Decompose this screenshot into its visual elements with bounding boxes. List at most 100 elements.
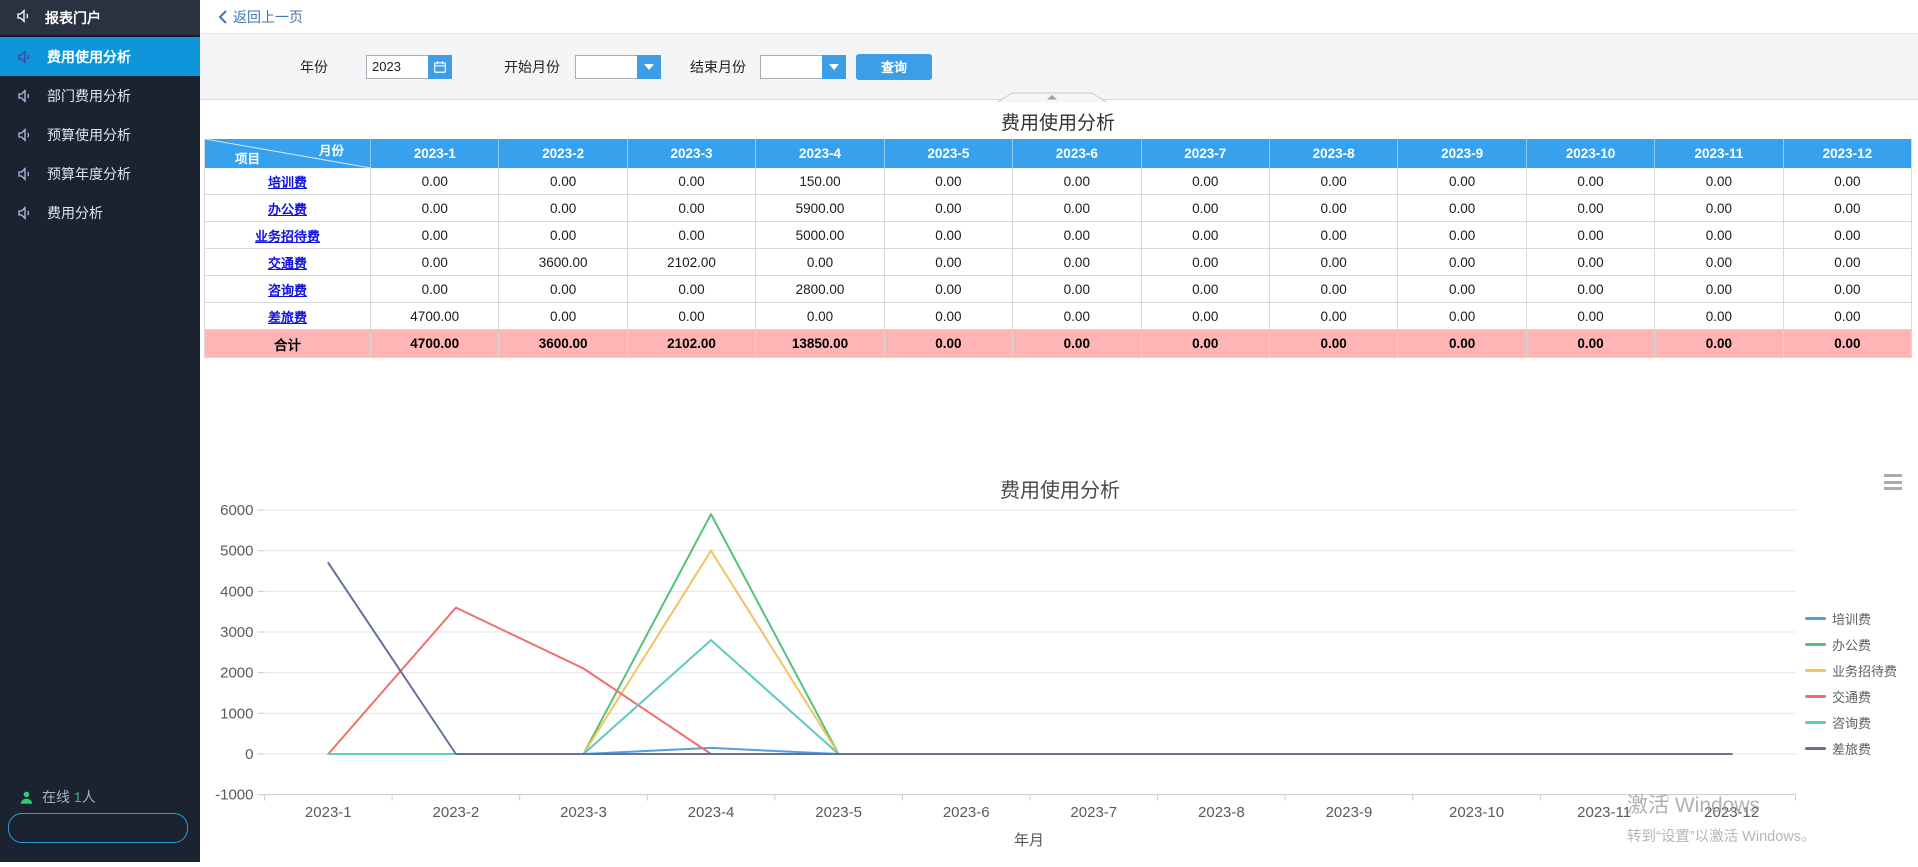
sidebar-item-0[interactable]: 费用使用分析	[0, 37, 200, 76]
table-cell: 0.00	[1527, 195, 1655, 221]
legend-marker	[1805, 695, 1826, 698]
sidebar-search-input[interactable]	[9, 821, 205, 836]
speaker-icon	[17, 127, 33, 143]
row-label-cell: 差旅费	[205, 303, 371, 329]
table-cell: 0.00	[1013, 330, 1141, 357]
svg-text:2023-1: 2023-1	[305, 804, 352, 821]
table-cell: 0.00	[1784, 249, 1911, 275]
legend-item[interactable]: 咨询费	[1805, 709, 1897, 735]
svg-text:2023-8: 2023-8	[1198, 804, 1245, 821]
legend-label: 交通费	[1832, 687, 1871, 706]
online-count: 1	[74, 789, 82, 805]
svg-text:3000: 3000	[220, 624, 253, 641]
svg-text:2023-3: 2023-3	[560, 804, 607, 821]
row-link[interactable]: 咨询费	[268, 280, 307, 299]
table-title: 费用使用分析	[204, 108, 1912, 135]
table-cell: 0.00	[1527, 168, 1655, 194]
legend-item[interactable]: 业务招待费	[1805, 657, 1897, 683]
start-month-dropdown-button[interactable]	[637, 55, 661, 79]
svg-text:6000: 6000	[220, 502, 253, 519]
back-button[interactable]: 返回上一页	[218, 7, 303, 27]
row-link[interactable]: 培训费	[268, 172, 307, 191]
svg-text:2023-7: 2023-7	[1070, 804, 1117, 821]
table-cell: 0.00	[1013, 168, 1141, 194]
year-input[interactable]	[366, 55, 428, 79]
sidebar-header[interactable]: 报表门户	[0, 0, 200, 37]
table-cell: 0.00	[1142, 168, 1270, 194]
table-cell: 0.00	[1784, 195, 1911, 221]
sidebar-item-label: 部门费用分析	[47, 86, 131, 106]
sidebar-item-1[interactable]: 部门费用分析	[0, 76, 200, 115]
table-cell: 0.00	[628, 303, 756, 329]
table-cell: 0.00	[1655, 303, 1783, 329]
table-cell: 0.00	[1013, 276, 1141, 302]
table-cell: 0.00	[628, 222, 756, 248]
table-cell: 0.00	[1142, 195, 1270, 221]
row-link[interactable]: 办公费	[268, 199, 307, 218]
end-month-input[interactable]	[760, 55, 822, 79]
row-label-cell: 业务招待费	[205, 222, 371, 248]
row-link[interactable]: 交通费	[268, 253, 307, 272]
table-cell: 0.00	[1527, 330, 1655, 357]
topbar: 返回上一页	[200, 0, 1918, 34]
query-button[interactable]: 查询	[856, 54, 932, 80]
table-cell: 5000.00	[756, 222, 884, 248]
table-cell: 0.00	[1142, 303, 1270, 329]
legend-item[interactable]: 差旅费	[1805, 735, 1897, 761]
start-month-select	[575, 55, 661, 79]
table-cell: 0.00	[1398, 249, 1526, 275]
table-cell: 0.00	[885, 276, 1013, 302]
table-total-row: 合计4700.003600.002102.0013850.000.000.000…	[205, 330, 1911, 358]
chevron-down-icon	[644, 64, 654, 70]
svg-text:2023-12: 2023-12	[1704, 804, 1759, 821]
table-cell: 0.00	[1013, 249, 1141, 275]
table-row: 培训费0.000.000.00150.000.000.000.000.000.0…	[205, 168, 1911, 195]
main-content: 返回上一页 年份 开始月份 结束月份 查询 费用使用分析	[200, 0, 1918, 862]
legend-item[interactable]: 培训费	[1805, 605, 1897, 631]
table-cell: 0.00	[1655, 195, 1783, 221]
sidebar-item-3[interactable]: 预算年度分析	[0, 154, 200, 193]
end-month-label: 结束月份	[690, 57, 746, 77]
table-row: 办公费0.000.000.005900.000.000.000.000.000.…	[205, 195, 1911, 222]
sidebar-item-label: 费用分析	[47, 203, 103, 223]
table-cell: 4700.00	[371, 303, 499, 329]
table-cell: 0.00	[885, 249, 1013, 275]
column-header: 2023-12	[1784, 139, 1911, 168]
table-cell: 0.00	[1527, 222, 1655, 248]
legend-item[interactable]: 办公费	[1805, 631, 1897, 657]
table-cell: 0.00	[1142, 276, 1270, 302]
row-label-cell: 培训费	[205, 168, 371, 194]
table-cell: 0.00	[1398, 168, 1526, 194]
row-link[interactable]: 差旅费	[268, 307, 307, 326]
table-cell: 0.00	[1398, 195, 1526, 221]
table-cell: 0.00	[1270, 249, 1398, 275]
back-label: 返回上一页	[233, 7, 303, 27]
chevron-left-icon	[218, 10, 227, 24]
row-link[interactable]: 业务招待费	[255, 226, 320, 245]
table-cell: 0.00	[1398, 303, 1526, 329]
sidebar-item-2[interactable]: 预算使用分析	[0, 115, 200, 154]
table-cell: 0.00	[1013, 303, 1141, 329]
table-cell: 0.00	[371, 276, 499, 302]
table-cell: 0.00	[1142, 222, 1270, 248]
table-cell: 0.00	[1655, 222, 1783, 248]
svg-text:-1000: -1000	[215, 787, 253, 804]
filter-collapse-handle[interactable]	[997, 90, 1107, 101]
calendar-button[interactable]	[428, 55, 452, 79]
table-cell: 0.00	[885, 195, 1013, 221]
legend-item[interactable]: 交通费	[1805, 683, 1897, 709]
sidebar-item-4[interactable]: 费用分析	[0, 193, 200, 232]
legend-label: 差旅费	[1832, 739, 1871, 758]
sidebar-item-label: 预算使用分析	[47, 125, 131, 145]
end-month-dropdown-button[interactable]	[822, 55, 846, 79]
year-label: 年份	[300, 57, 328, 77]
table-cell: 0.00	[499, 276, 627, 302]
table-cell: 0.00	[756, 249, 884, 275]
table-cell: 0.00	[371, 168, 499, 194]
speaker-icon	[17, 88, 33, 104]
chart-menu-icon[interactable]	[1884, 474, 1902, 490]
start-month-label: 开始月份	[504, 57, 560, 77]
start-month-input[interactable]	[575, 55, 637, 79]
online-status: 在线 1人	[19, 787, 96, 807]
table-cell: 0.00	[499, 303, 627, 329]
